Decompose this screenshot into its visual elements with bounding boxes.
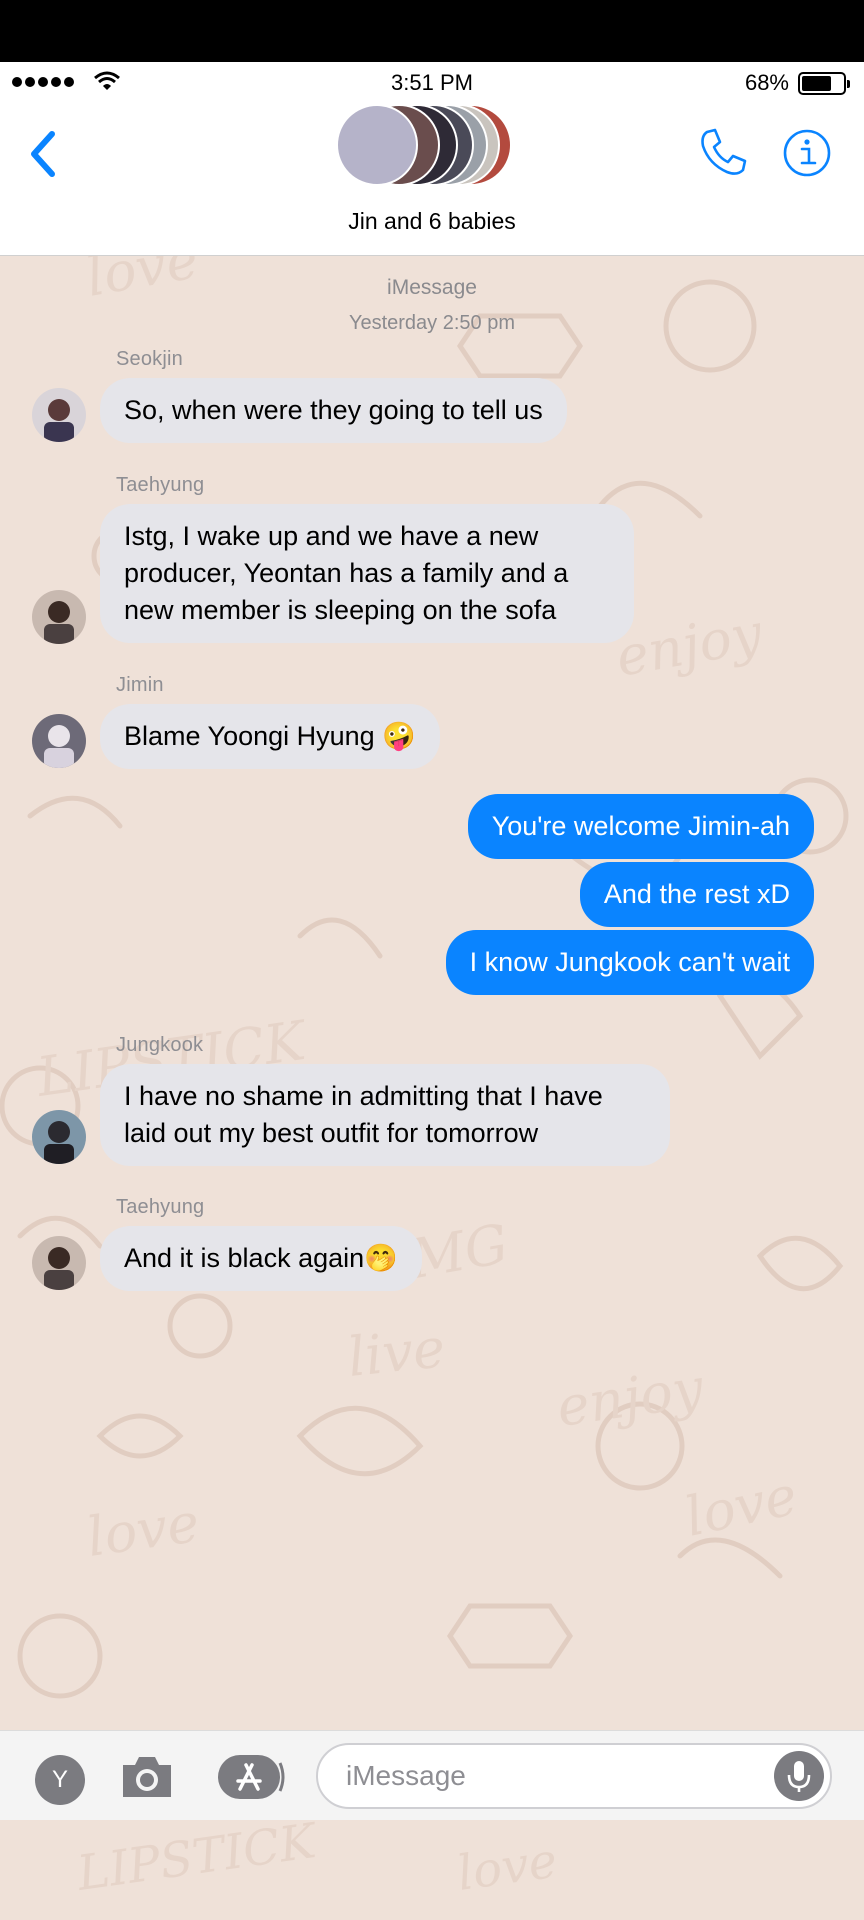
- avatar[interactable]: [32, 388, 86, 442]
- sender-name: Taehyung: [116, 1196, 205, 1218]
- outgoing-message[interactable]: I know Jungkook can't wait: [445, 930, 814, 995]
- status-bar: 3:51 PM 68%: [0, 62, 864, 104]
- svg-text:love: love: [454, 1833, 561, 1902]
- avatar[interactable]: [32, 1236, 86, 1290]
- chat-area[interactable]: love OMG enjoy love love live LIPSTICK e…: [0, 256, 864, 1730]
- messages-screen: 3:51 PM 68% Jin and 6 babies love OMG en…: [0, 0, 864, 1920]
- incoming-message[interactable]: Blame Yoongi Hyung 🤪: [100, 704, 440, 769]
- battery-icon: [798, 72, 850, 95]
- camera-icon[interactable]: [117, 1751, 177, 1803]
- outgoing-message[interactable]: You're welcome Jimin-ah: [467, 794, 814, 859]
- avatar[interactable]: [32, 1110, 86, 1164]
- back-button[interactable]: [24, 126, 64, 182]
- phone-call-button[interactable]: [697, 126, 749, 178]
- battery-percentage: 68%: [744, 70, 789, 95]
- svg-text:LIPSTICK: LIPSTICK: [73, 1820, 322, 1902]
- sender-name: Jimin: [116, 674, 164, 696]
- group-name[interactable]: Jin and 6 babies: [0, 208, 864, 235]
- group-member-avatar: [336, 104, 418, 186]
- y-app-button[interactable]: Y: [35, 1755, 85, 1805]
- app-store-icon[interactable]: [216, 1751, 286, 1803]
- incoming-message[interactable]: Istg, I wake up and we have a new produc…: [100, 504, 634, 643]
- microphone-icon[interactable]: [774, 1751, 824, 1801]
- avatar[interactable]: [32, 590, 86, 644]
- group-avatar-stack[interactable]: [336, 104, 536, 186]
- conversation-header: Jin and 6 babies: [0, 104, 864, 256]
- bottom-wallpaper-strip: LIPSTICK love: [0, 1820, 864, 1920]
- service-label: iMessage: [387, 276, 477, 299]
- sender-name: Jungkook: [116, 1034, 204, 1056]
- outgoing-message[interactable]: And the rest xD: [579, 862, 814, 927]
- status-time: 3:51 PM: [391, 70, 473, 95]
- sender-name: Taehyung: [116, 474, 205, 496]
- incoming-message[interactable]: And it is black again🤭: [100, 1226, 422, 1291]
- incoming-message[interactable]: So, when were they going to tell us: [100, 378, 567, 443]
- thread-timestamp: Yesterday 2:50 pm: [348, 312, 516, 334]
- sender-name: Seokjin: [116, 348, 183, 370]
- info-button[interactable]: [782, 128, 832, 178]
- message-input[interactable]: [316, 1743, 832, 1809]
- avatar[interactable]: [32, 714, 86, 768]
- message-input-bar: Y: [0, 1730, 864, 1820]
- incoming-message[interactable]: I have no shame in admitting that I have…: [100, 1064, 670, 1166]
- message-thread: iMessage Yesterday 2:50 pm Seokjin So, w…: [0, 256, 864, 1730]
- top-black-band: [0, 0, 864, 62]
